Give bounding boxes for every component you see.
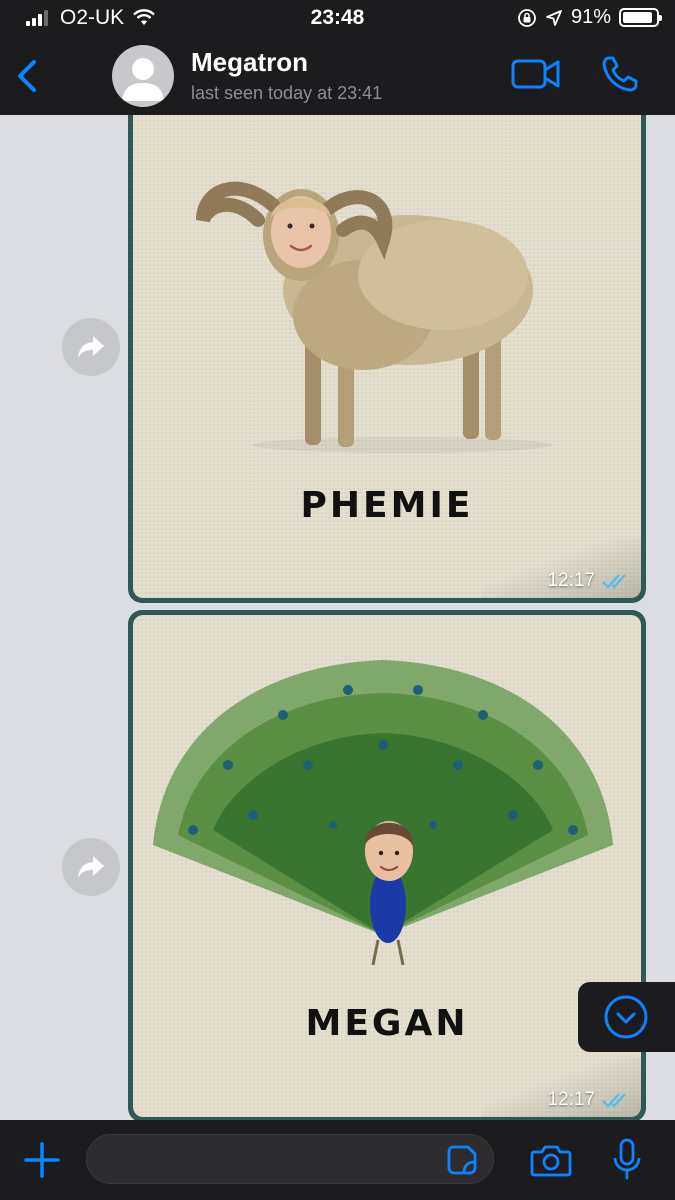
back-button[interactable] xyxy=(12,56,44,96)
default-avatar-icon xyxy=(122,58,164,101)
sticker-button[interactable] xyxy=(446,1144,478,1176)
message-photo[interactable]: PHEMIE 12:17 xyxy=(133,115,641,598)
orientation-lock-icon xyxy=(518,8,536,27)
camera-button[interactable] xyxy=(530,1142,572,1178)
message-time: 12:17 xyxy=(547,570,595,591)
image-message[interactable]: MEGAN 12:17 xyxy=(128,610,646,1120)
battery-level xyxy=(623,12,652,23)
chat-messages[interactable]: PHEMIE 12:17 MEGAN 12:17 xyxy=(0,115,675,1120)
message-time: 12:17 xyxy=(547,1089,595,1110)
forward-arrow-icon xyxy=(78,336,104,358)
status-right: 91% xyxy=(517,6,662,29)
message-meta: 12:17 xyxy=(547,570,629,592)
last-seen-status: last seen today at 23:41 xyxy=(191,83,383,103)
message-composer xyxy=(0,1120,675,1200)
avatar[interactable] xyxy=(112,45,174,107)
read-receipt-icon xyxy=(602,1093,626,1108)
location-icon xyxy=(546,9,562,26)
photo-caption-text: MEGAN xyxy=(305,1003,469,1044)
scroll-to-bottom-button[interactable] xyxy=(578,982,675,1052)
microphone-button[interactable] xyxy=(612,1138,642,1182)
chevron-down-circle-icon xyxy=(604,995,648,1039)
message-meta: 12:17 xyxy=(547,1089,629,1111)
battery-icon xyxy=(619,8,662,27)
video-call-button[interactable] xyxy=(511,57,561,91)
battery-percent: 91% xyxy=(570,6,611,28)
forward-button[interactable] xyxy=(62,838,120,896)
contact-name[interactable]: Megatron xyxy=(191,47,308,78)
photo-caption-text: PHEMIE xyxy=(300,485,474,526)
status-bar: O2-UK 23:48 91% xyxy=(0,0,675,38)
voice-call-button[interactable] xyxy=(600,54,640,94)
message-input[interactable] xyxy=(86,1134,494,1184)
message-photo[interactable]: MEGAN 12:17 xyxy=(133,615,641,1117)
forward-arrow-icon xyxy=(78,856,104,878)
attach-plus-button[interactable] xyxy=(22,1140,62,1180)
image-message[interactable]: PHEMIE 12:17 xyxy=(128,115,646,603)
chat-header: O2-UK 23:48 91% Megatron last seen today… xyxy=(0,0,675,115)
read-receipt-icon xyxy=(602,574,626,589)
forward-button[interactable] xyxy=(62,318,120,376)
